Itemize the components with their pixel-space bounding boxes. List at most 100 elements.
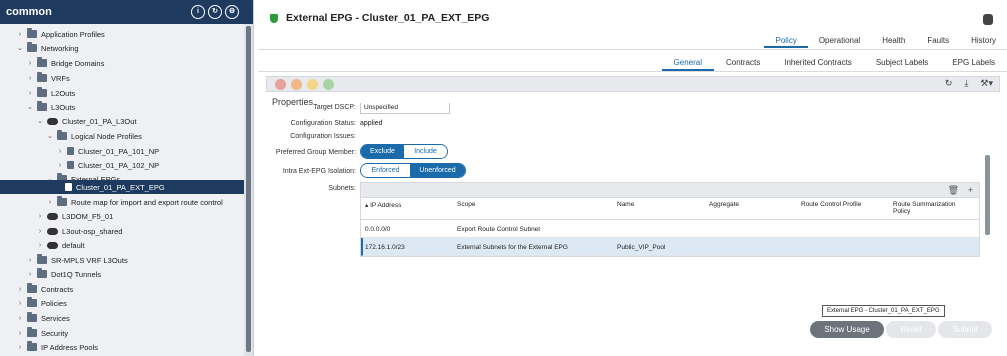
table-row[interactable]: 172.16.1.0/23 External Subnets for the E… — [361, 238, 979, 256]
critical-fault-icon[interactable] — [275, 79, 286, 90]
chevron-right-icon[interactable]: › — [46, 199, 54, 206]
refresh-icon[interactable]: ↻ — [945, 78, 953, 89]
warning-fault-icon[interactable] — [323, 79, 334, 90]
navigation-sidebar: common i ↻ ⚙ › Application Profiles ⌄ Netw… — [0, 0, 254, 356]
exclude-option[interactable]: Exclude — [361, 145, 404, 158]
content-scrollbar[interactable] — [985, 155, 990, 235]
divider — [258, 49, 1007, 50]
chevron-right-icon[interactable]: › — [36, 228, 44, 235]
tree-item-vrfs[interactable]: › VRFs — [26, 71, 70, 85]
tree-item-contracts[interactable]: › Contracts — [16, 282, 73, 296]
folder-icon — [27, 341, 37, 351]
chevron-right-icon[interactable]: › — [56, 148, 64, 155]
tree-item-security[interactable]: › Security — [16, 326, 68, 340]
unenforced-option[interactable]: Unenforced — [410, 164, 465, 177]
help-book-icon[interactable] — [983, 14, 993, 25]
tab-operational[interactable]: Operational — [808, 34, 871, 48]
download-icon[interactable]: ⤓ — [964, 78, 968, 89]
chevron-down-icon[interactable]: ⌄ — [16, 44, 24, 52]
tab-health[interactable]: Health — [871, 34, 916, 48]
tree-item-services[interactable]: › Services — [16, 311, 70, 325]
minor-fault-icon[interactable] — [307, 79, 318, 90]
show-usage-button[interactable]: Show Usage — [810, 321, 884, 338]
chevron-right-icon[interactable]: › — [16, 286, 24, 293]
folder-icon — [37, 72, 47, 82]
chevron-right-icon[interactable]: › — [16, 31, 24, 38]
main-panel: External EPG - Cluster_01_PA_EXT_EPG Pol… — [258, 0, 1007, 356]
tree-item-l3dom-f5-01[interactable]: › L3DOM_F5_01 — [36, 209, 113, 223]
tree-item-cluster-01-pa-ext-epg[interactable]: Cluster_01_PA_EXT_EPG — [0, 180, 244, 194]
subtab-inherited-contracts[interactable]: Inherited Contracts — [772, 57, 864, 71]
tools-icon[interactable]: ⚒▾ — [980, 78, 993, 89]
target-dscp-select[interactable]: Unspecified — [360, 103, 450, 114]
folder-icon — [27, 42, 37, 52]
sidebar-title: common — [6, 6, 52, 18]
tree-item-dot1q-tunnels[interactable]: › Dot1Q Tunnels — [26, 267, 101, 281]
preferred-group-label: Preferred Group Member: — [275, 149, 356, 156]
chevron-right-icon[interactable]: › — [16, 300, 24, 307]
reset-button[interactable]: Reset — [886, 321, 936, 338]
chevron-down-icon[interactable]: ⌄ — [36, 117, 44, 125]
chevron-right-icon[interactable]: › — [16, 344, 24, 351]
tree-item-policies[interactable]: › Policies — [16, 296, 67, 310]
tab-policy[interactable]: Policy — [764, 34, 808, 48]
tree-item-ip-address-pools[interactable]: › IP Address Pools — [16, 340, 98, 354]
subtab-contracts[interactable]: Contracts — [714, 57, 772, 71]
folder-icon — [37, 87, 47, 97]
chevron-right-icon[interactable]: › — [16, 315, 24, 322]
tooltip: External EPG - Cluster_01_PA_EXT_EPG — [822, 305, 945, 317]
tree-item-networking[interactable]: ⌄ Networking — [16, 41, 79, 55]
subtab-epg-labels[interactable]: EPG Labels — [940, 57, 1007, 71]
tree-item-bridge-domains[interactable]: › Bridge Domains — [26, 56, 104, 70]
include-option[interactable]: Include — [404, 145, 447, 158]
add-icon[interactable]: + — [968, 185, 973, 195]
tab-history[interactable]: History — [960, 34, 1007, 48]
tree-item-node-profile-101[interactable]: › Cluster_01_PA_101_NP — [56, 144, 159, 158]
tree-item-l3out-osp-shared[interactable]: › L3out-osp_shared — [36, 224, 123, 238]
tree-item-application-profiles[interactable]: › Application Profiles — [16, 27, 105, 41]
cell-scope: External Subnets for the External EPG — [457, 244, 568, 251]
tree-item-route-map[interactable]: › Route map for import and export route c… — [46, 195, 223, 209]
chevron-right-icon[interactable]: › — [36, 213, 44, 220]
tree-item-sr-mpls[interactable]: › SR-MPLS VRF L3Outs — [26, 253, 128, 267]
subnets-label: Subnets: — [328, 185, 356, 192]
col-scope[interactable]: Scope — [457, 201, 475, 208]
document-icon — [67, 147, 74, 155]
chevron-right-icon[interactable]: › — [16, 330, 24, 337]
tree-item-l3outs[interactable]: ⌄ L3Outs — [26, 100, 75, 114]
submit-button[interactable]: Submit — [938, 321, 992, 338]
trash-icon[interactable]: 🗑 — [948, 185, 959, 196]
chevron-right-icon[interactable]: › — [56, 162, 64, 169]
chevron-right-icon[interactable]: › — [26, 75, 34, 82]
isolation-toggle[interactable]: Enforced Unenforced — [360, 163, 466, 178]
subtab-subject-labels[interactable]: Subject Labels — [864, 57, 940, 71]
col-route-summarization-policy[interactable]: Route Summarization Policy — [893, 201, 973, 215]
chevron-right-icon[interactable]: › — [26, 257, 34, 264]
tab-faults[interactable]: Faults — [916, 34, 960, 48]
col-ip-address[interactable]: ▴ IP Address — [365, 201, 401, 209]
enforced-option[interactable]: Enforced — [361, 164, 411, 177]
folder-icon — [57, 196, 67, 206]
col-name[interactable]: Name — [617, 201, 634, 208]
tree-item-node-profile-102[interactable]: › Cluster_01_PA_102_NP — [56, 158, 159, 172]
subtab-general[interactable]: General — [661, 57, 714, 71]
info-icon[interactable]: i — [191, 5, 205, 19]
settings-icon[interactable]: ⚙ — [225, 5, 239, 19]
chevron-right-icon[interactable]: › — [26, 271, 34, 278]
chevron-right-icon[interactable]: › — [26, 60, 34, 67]
preferred-group-toggle[interactable]: Exclude Include — [360, 144, 448, 159]
tree-item-default[interactable]: › default — [36, 238, 85, 252]
major-fault-icon[interactable] — [291, 79, 302, 90]
col-aggregate[interactable]: Aggregate — [709, 201, 739, 208]
chevron-right-icon[interactable]: › — [36, 242, 44, 249]
refresh-icon[interactable]: ↻ — [208, 5, 222, 19]
chevron-down-icon[interactable]: ⌄ — [46, 132, 54, 140]
tree-item-cluster-01-pa-l3out[interactable]: ⌄ Cluster_01_PA_L3Out — [36, 114, 136, 128]
tree-item-logical-node-profiles[interactable]: ⌄ Logical Node Profiles — [46, 129, 142, 143]
col-route-control-profile[interactable]: Route Control Profile — [801, 201, 861, 208]
table-row[interactable]: 0.0.0.0/0 Export Route Control Subnet — [361, 220, 979, 238]
page-title: External EPG - Cluster_01_PA_EXT_EPG — [270, 12, 489, 24]
tree-item-l2outs[interactable]: › L2Outs — [26, 86, 75, 100]
chevron-down-icon[interactable]: ⌄ — [26, 103, 34, 111]
chevron-right-icon[interactable]: › — [26, 90, 34, 97]
